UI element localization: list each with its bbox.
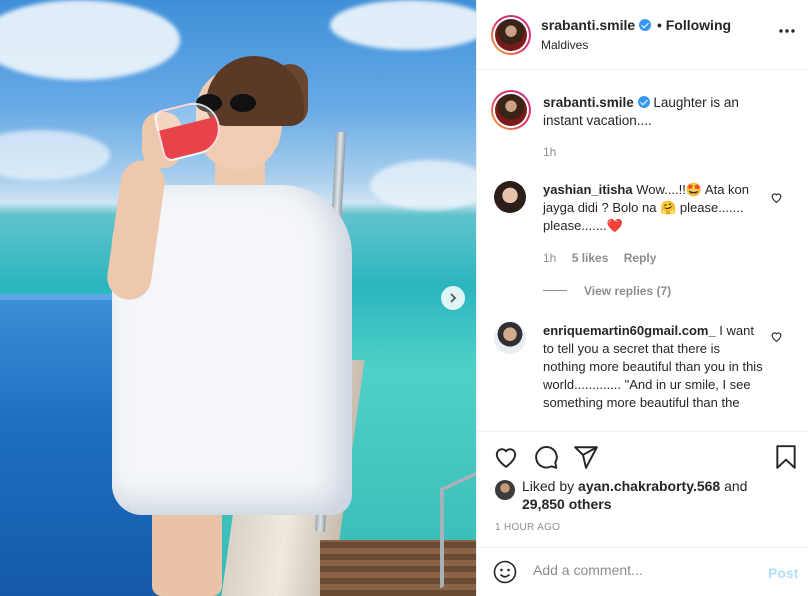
ellipsis-icon[interactable] [779,28,795,34]
like-comment-heart-icon[interactable] [770,191,783,204]
post-location[interactable]: Maldives [541,38,588,52]
heart-icon[interactable] [493,444,519,470]
add-comment-bar: Post [477,547,808,596]
caption-time[interactable]: 1h [543,145,556,159]
cloud [370,160,476,210]
post-comment-button[interactable]: Post [768,565,798,581]
liker-username[interactable]: ayan.chakraborty.568 [578,478,720,494]
comment-username[interactable]: enriquemartin60gmail.com_ [543,323,716,338]
comment-time[interactable]: 1h [543,251,556,265]
comment-meta: 1h 5 likes Reply [543,251,668,265]
likes-summary: Liked by ayan.chakraborty.568 and 29,850… [495,477,795,513]
liked-by-and: and [724,478,748,494]
cloud [330,0,476,50]
post-side-panel: srabanti.smile • Following Maldives srab… [476,0,808,596]
view-replies-button[interactable]: View replies (7) [584,284,671,298]
author-username[interactable]: srabanti.smile [541,17,635,33]
commenter-avatar[interactable] [494,181,526,213]
share-icon[interactable] [573,444,599,470]
cloud [0,130,110,180]
reply-button[interactable]: Reply [624,251,657,265]
caption-username[interactable]: srabanti.smile [543,95,634,110]
cloud [0,0,180,80]
like-comment-heart-icon[interactable] [770,330,783,343]
post-actions: Liked by ayan.chakraborty.568 and 29,850… [477,431,808,547]
emoji-icon[interactable] [493,560,517,584]
others-link[interactable]: 29,850 others [522,496,612,512]
verified-badge-icon [637,96,650,108]
dot-separator: • [656,17,662,33]
caption: srabanti.smile Laughter is an instant va… [543,94,753,130]
comment-icon[interactable] [533,444,559,470]
comment: enriquemartin60gmail.com_ I want to tell… [543,322,763,412]
following-button[interactable]: Following [666,17,731,33]
chevron-right-icon [450,293,457,303]
author-avatar[interactable] [491,15,531,55]
commenter-avatar[interactable] [494,322,526,354]
next-photo-button[interactable] [441,286,465,310]
verified-badge-icon [639,19,652,31]
comment-likes[interactable]: 5 likes [572,251,609,265]
comment-username[interactable]: yashian_itisha [543,182,633,197]
stair-rail [440,471,476,589]
comment-input[interactable] [533,562,753,578]
comments-list[interactable]: srabanti.smile Laughter is an instant va… [477,71,808,431]
post-header: srabanti.smile • Following Maldives [477,0,808,70]
bookmark-icon[interactable] [773,444,799,470]
post-photo[interactable] [0,0,476,596]
replies-divider [543,290,567,291]
caption-meta: 1h [543,145,568,159]
liked-by-prefix: Liked by [522,478,575,494]
post-timestamp[interactable]: 1 HOUR AGO [495,522,560,533]
comment: yashian_itisha Wow....!!🤩 Ata kon jayga … [543,181,763,235]
caption-avatar[interactable] [491,90,531,130]
